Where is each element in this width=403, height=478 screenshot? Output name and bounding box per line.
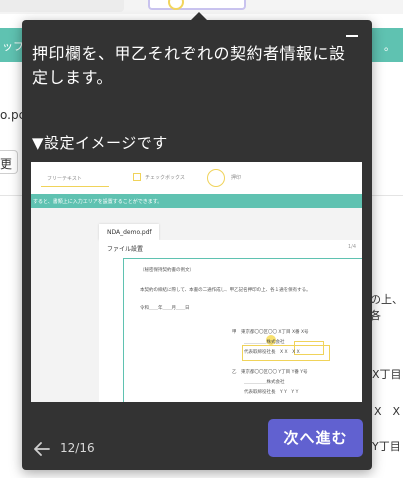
doc-line: 甲 東京都〇〇区〇〇 X丁目 X番 X号 [232, 330, 309, 335]
background-edit-button[interactable]: 更 [0, 150, 18, 174]
preview-toolbar: フリーテキスト チェックボックス 押印 [31, 162, 362, 194]
background-text-2: X丁目 [372, 368, 402, 381]
preview-stamp-label: 押印 [231, 175, 242, 181]
stamp-circle-icon [207, 169, 225, 187]
doc-line: ＿＿＿＿＿株式会社 [244, 380, 285, 385]
stamp-tool-button-highlighted[interactable] [148, 0, 246, 10]
doc-line: 代表取締役社長 Y Y Y Y [244, 390, 299, 395]
minimize-icon[interactable] [346, 30, 360, 42]
banner-text-left: ッフ [2, 40, 24, 53]
background-text-3: X X [374, 405, 401, 418]
preview-free-text-field: フリーテキスト [41, 169, 109, 187]
preview-panel-title: ファイル設置 [107, 246, 144, 253]
preview-banner: すると、書類上に入力エリアを設置することができます。 [31, 194, 362, 208]
tooltip-section-label: ▼設定イメージです [32, 134, 168, 152]
onboarding-tooltip: 押印欄を、甲乙それぞれの契約者情報に設定します。 ▼設定イメージです フリーテキ… [22, 20, 372, 470]
preview-document: （秘密保持契約書の例文） 本契約の締結に際して、本書の二通作成し、甲乙記名押印の… [123, 258, 362, 402]
preview-file-tab: NDA_demo.pdf [99, 224, 159, 240]
step-counter: 12/16 [60, 441, 95, 455]
checkbox-icon [133, 173, 141, 181]
background-text-1: の上、各 [370, 293, 403, 322]
doc-line: 本契約の締結に際して、本書の二通作成し、甲乙記名押印の上、各１通を保有する。 [140, 288, 311, 293]
doc-line: 乙 東京都〇〇区〇〇 Y丁目 Y番 Y号 [232, 370, 308, 375]
doc-line: 代表取締役社長 X X X X [244, 350, 300, 355]
preview-panel-page: 1/4 [347, 244, 356, 250]
background-tab [0, 0, 124, 12]
preview-stamp-field: 押印 [207, 169, 275, 187]
back-arrow-icon[interactable] [34, 442, 50, 456]
preview-body: NDA_demo.pdf ファイル設置 1/4 （秘密保持契約書の例文） 本契約… [31, 208, 362, 402]
banner-text-right: 。 [384, 40, 395, 53]
background-text-4: Y丁目 [372, 440, 401, 453]
doc-line: （秘密保持契約書の例文） [140, 268, 194, 273]
preview-checkbox-field: チェックボックス [127, 169, 195, 187]
preview-panel: ファイル設置 1/4 （秘密保持契約書の例文） 本契約の締結に際して、本書の二通… [99, 240, 362, 402]
doc-line: 令和＿＿年＿＿月＿＿日 [140, 306, 190, 311]
tooltip-title: 押印欄を、甲乙それぞれの契約者情報に設定します。 [32, 44, 346, 87]
stamp-circle-icon [168, 0, 184, 10]
setting-image-preview: フリーテキスト チェックボックス 押印 すると、書類上に入力エリアを設置すること… [31, 162, 362, 402]
next-button[interactable]: 次へ進む [268, 419, 363, 457]
preview-checkbox-label: チェックボックス [145, 175, 185, 181]
doc-line: ＿＿＿＿＿株式会社 [244, 340, 285, 345]
